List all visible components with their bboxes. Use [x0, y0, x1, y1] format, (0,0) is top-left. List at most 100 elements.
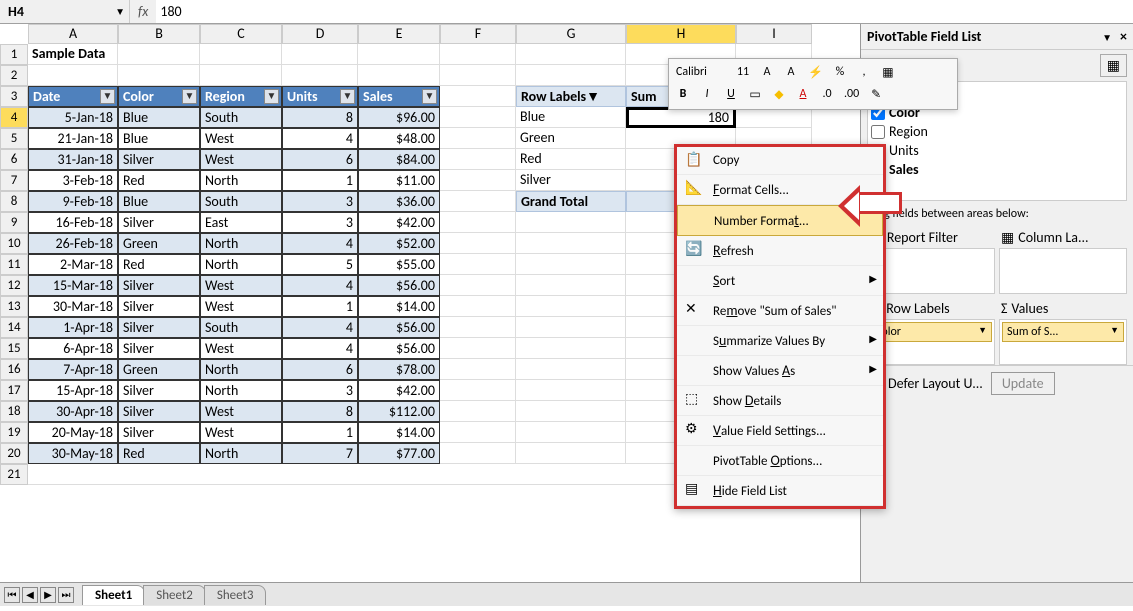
fill-color-icon[interactable]: ◆: [769, 84, 789, 104]
cell[interactable]: 16-Feb-18: [28, 212, 118, 233]
cell[interactable]: 21-Jan-18: [28, 128, 118, 149]
pt-item[interactable]: Silver: [516, 170, 626, 191]
cell[interactable]: 30-Mar-18: [28, 296, 118, 317]
table-format-icon[interactable]: ▦: [878, 62, 898, 82]
underline-icon[interactable]: U: [721, 84, 741, 104]
values-drop[interactable]: Sum of S...: [999, 319, 1127, 365]
row-2[interactable]: 2: [0, 65, 28, 86]
cell[interactable]: 6-Apr-18: [28, 338, 118, 359]
col-B[interactable]: B: [118, 24, 200, 44]
tab-sheet1[interactable]: Sheet1: [82, 585, 145, 605]
formula-input[interactable]: 180: [156, 0, 1133, 23]
ctx-remove-sum-of-sales-[interactable]: ✕ Remove "Sum of Sales": [677, 296, 883, 326]
row-1[interactable]: 1: [0, 44, 28, 65]
field-region-cb[interactable]: [871, 125, 885, 139]
close-icon[interactable]: ×: [1120, 28, 1127, 45]
row-3[interactable]: 3: [0, 86, 28, 107]
layout-icon[interactable]: ▦: [1100, 54, 1127, 77]
italic-icon[interactable]: I: [697, 84, 717, 104]
comma-icon[interactable]: ,: [854, 62, 874, 82]
row-4[interactable]: 4: [0, 107, 28, 128]
filter-icon[interactable]: ▼: [100, 89, 115, 104]
filter-icon[interactable]: ▼: [264, 89, 279, 104]
tab-sheet2[interactable]: Sheet2: [143, 585, 206, 605]
row-17[interactable]: 17: [0, 380, 28, 401]
ctx-copy[interactable]: 📋 Copy: [677, 147, 883, 175]
row-14[interactable]: 14: [0, 317, 28, 338]
pt-item[interactable]: Red: [516, 149, 626, 170]
row-8[interactable]: 8: [0, 191, 28, 212]
ctx-sort[interactable]: Sort▶: [677, 266, 883, 296]
filter-drop[interactable]: [867, 248, 995, 294]
ctx-refresh[interactable]: 🔄 Refresh: [677, 236, 883, 266]
filter-icon[interactable]: ▼: [422, 89, 437, 104]
quick-icon[interactable]: ⚡: [805, 62, 826, 82]
col-H[interactable]: H: [626, 24, 736, 44]
cell[interactable]: 5-Jan-18: [28, 107, 118, 128]
field-units[interactable]: Units: [889, 142, 919, 159]
row-20[interactable]: 20: [0, 443, 28, 464]
bold-icon[interactable]: B: [673, 84, 693, 104]
filter-icon[interactable]: ▼: [182, 89, 197, 104]
row-drop[interactable]: Color: [867, 319, 995, 365]
dec-decimal-icon[interactable]: .00: [841, 84, 862, 104]
first-sheet-icon[interactable]: ⏮: [4, 587, 20, 603]
tab-sheet3[interactable]: Sheet3: [204, 585, 267, 605]
ctx-pivottable-options-[interactable]: PivotTable Options...: [677, 446, 883, 476]
row-6[interactable]: 6: [0, 149, 28, 170]
fx-label[interactable]: fx: [130, 3, 156, 20]
col-A[interactable]: A: [28, 24, 118, 44]
pt-grand-total[interactable]: Grand Total: [516, 191, 626, 212]
font-size[interactable]: 11: [733, 62, 753, 82]
hdr-region[interactable]: Region▼: [200, 86, 282, 107]
filter-icon[interactable]: ▼: [340, 89, 355, 104]
hdr-units[interactable]: Units▼: [282, 86, 358, 107]
cell[interactable]: 9-Feb-18: [28, 191, 118, 212]
row-5[interactable]: 5: [0, 128, 28, 149]
row-item-color[interactable]: Color: [870, 322, 992, 342]
hdr-sales[interactable]: Sales▼: [358, 86, 440, 107]
ctx-value-field-settings-[interactable]: ⚙ Value Field Settings...: [677, 416, 883, 446]
cell[interactable]: 26-Feb-18: [28, 233, 118, 254]
row-19[interactable]: 19: [0, 422, 28, 443]
name-box[interactable]: H4▼: [0, 0, 130, 23]
update-button[interactable]: Update: [991, 372, 1055, 395]
selected-cell[interactable]: 180: [626, 107, 736, 128]
font-color-icon[interactable]: A: [793, 84, 813, 104]
ctx-summarize-values-by[interactable]: Summarize Values By▶: [677, 326, 883, 356]
row-7[interactable]: 7: [0, 170, 28, 191]
field-region[interactable]: Region: [889, 123, 928, 140]
cell[interactable]: 1-Apr-18: [28, 317, 118, 338]
cell[interactable]: 7-Apr-18: [28, 359, 118, 380]
cell[interactable]: 30-Apr-18: [28, 401, 118, 422]
cell-A1[interactable]: Sample Data: [28, 44, 118, 65]
hdr-color[interactable]: Color▼: [118, 86, 200, 107]
inc-decimal-icon[interactable]: .0: [817, 84, 837, 104]
column-drop[interactable]: [999, 248, 1127, 294]
row-12[interactable]: 12: [0, 275, 28, 296]
col-C[interactable]: C: [200, 24, 282, 44]
shrink-font-icon[interactable]: A: [781, 62, 801, 82]
row-16[interactable]: 16: [0, 359, 28, 380]
grow-font-icon[interactable]: A: [757, 62, 777, 82]
cell[interactable]: 2-Mar-18: [28, 254, 118, 275]
pt-item[interactable]: Blue: [516, 107, 626, 128]
pt-row-labels[interactable]: Row Labels▼: [516, 86, 626, 107]
cell[interactable]: 20-May-18: [28, 422, 118, 443]
row-10[interactable]: 10: [0, 233, 28, 254]
font-name[interactable]: Calibri: [673, 62, 729, 82]
row-15[interactable]: 15: [0, 338, 28, 359]
field-sales[interactable]: Sales: [889, 161, 919, 178]
cell[interactable]: 3-Feb-18: [28, 170, 118, 191]
col-D[interactable]: D: [282, 24, 358, 44]
prev-sheet-icon[interactable]: ◀: [22, 587, 38, 603]
ctx-hide-field-list[interactable]: ▤ Hide Field List: [677, 476, 883, 506]
border-icon[interactable]: ▭: [745, 84, 765, 104]
col-I[interactable]: I: [736, 24, 812, 44]
col-F[interactable]: F: [440, 24, 516, 44]
row-9[interactable]: 9: [0, 212, 28, 233]
cell[interactable]: 15-Apr-18: [28, 380, 118, 401]
ctx-show-values-as[interactable]: Show Values As▶: [677, 356, 883, 386]
format-painter-icon[interactable]: ✎: [866, 84, 886, 104]
pt-item[interactable]: Green: [516, 128, 626, 149]
